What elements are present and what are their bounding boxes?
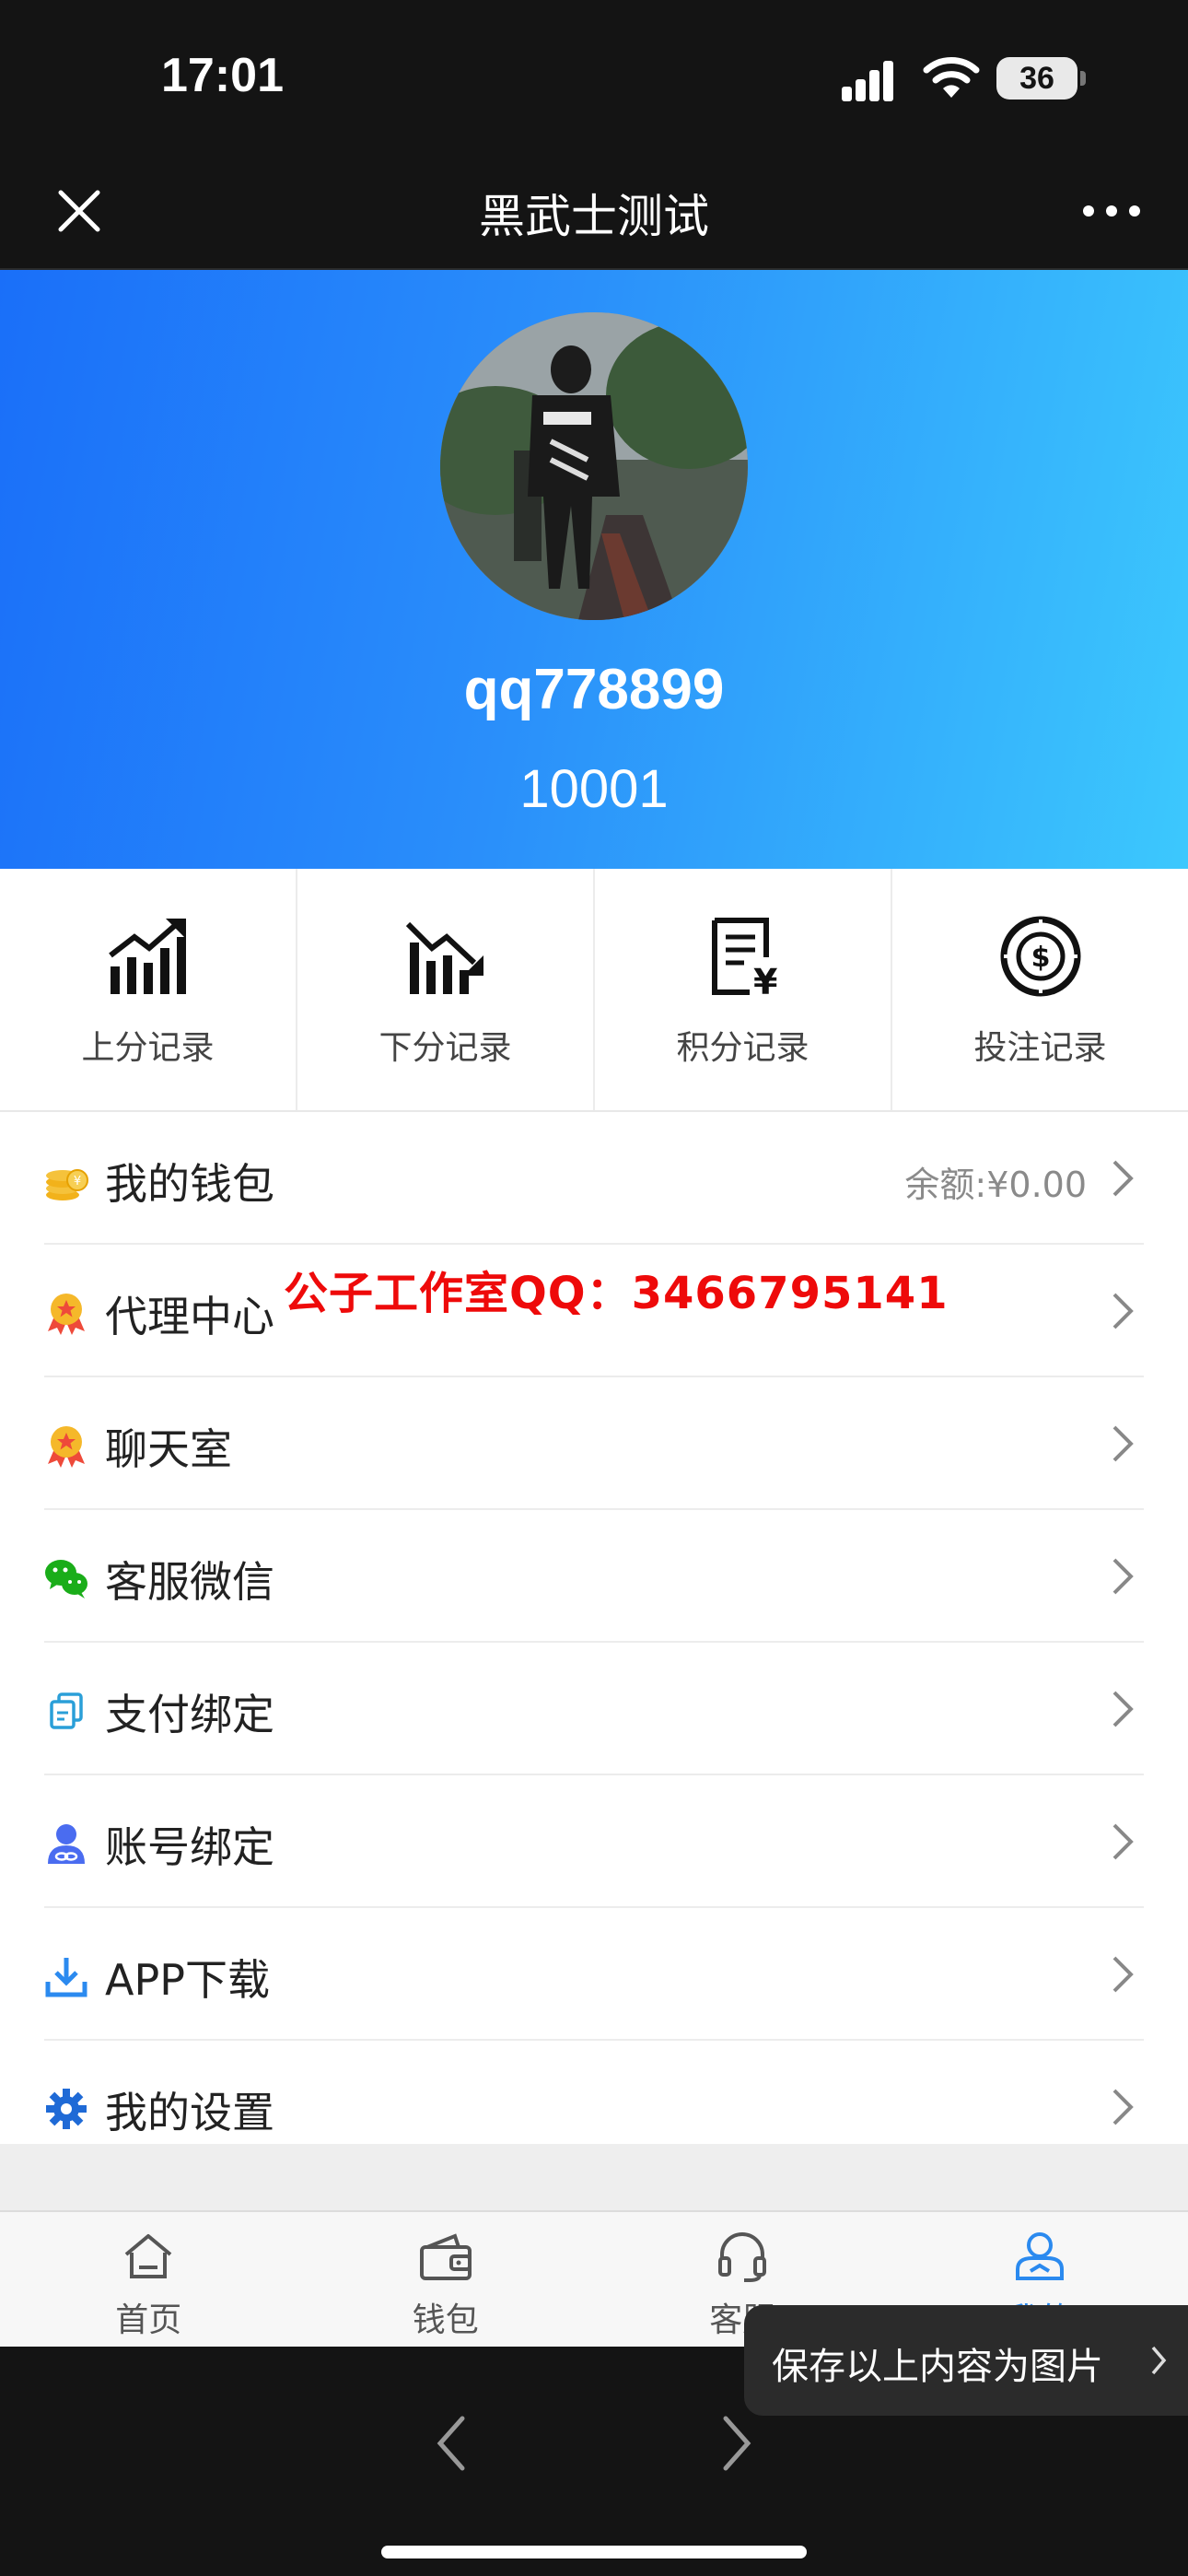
- chevron-right-icon: [1151, 2346, 1167, 2375]
- wallet-icon: [419, 2233, 472, 2280]
- home-indicator[interactable]: [381, 2546, 807, 2558]
- chevron-right-icon: [1112, 1425, 1134, 1462]
- coins-icon: ¥: [46, 1169, 88, 1200]
- watermark-text: 公子工作室QQ：3466795141: [284, 1268, 949, 1319]
- menu-item-payment-binding[interactable]: 支付绑定: [44, 1643, 1144, 1775]
- tab-home[interactable]: 首页: [0, 2212, 297, 2347]
- home-icon: [124, 2234, 172, 2278]
- save-as-image-button[interactable]: 保存以上内容为图片: [744, 2305, 1188, 2416]
- wallet-balance: 余额:¥0.00: [904, 1165, 1087, 1205]
- headset-icon: [718, 2232, 767, 2282]
- battery-level: 36: [1019, 61, 1054, 96]
- forward-icon[interactable]: [718, 2411, 755, 2476]
- chart-down-icon: [405, 921, 483, 994]
- menu-label: 我的钱包: [105, 1159, 274, 1209]
- menu-item-chatroom[interactable]: 聊天室: [44, 1377, 1144, 1510]
- svg-text:¥: ¥: [74, 1175, 81, 1188]
- record-deposit[interactable]: 上分记录: [0, 869, 297, 1110]
- svg-text:¥: ¥: [753, 962, 777, 998]
- record-bets[interactable]: $ 投注记录: [892, 869, 1188, 1110]
- records-grid: 上分记录 下分记录 ¥ 积分记录 $ 投注记录: [0, 869, 1188, 1112]
- wifi-icon: [923, 57, 980, 98]
- nav-bar: 黑武士测试: [0, 152, 1188, 270]
- battery-indicator: 36: [996, 57, 1086, 100]
- menu-item-account-binding[interactable]: 账号绑定: [44, 1775, 1144, 1908]
- medal-icon: [48, 1426, 85, 1468]
- menu-item-settings[interactable]: 我的设置: [44, 2041, 1144, 2144]
- page-title: 黑武士测试: [479, 190, 709, 243]
- chevron-right-icon: [1112, 1956, 1134, 1993]
- more-icon[interactable]: [1079, 200, 1144, 222]
- tab-label: 钱包: [412, 2301, 479, 2339]
- chart-up-icon: [108, 919, 186, 994]
- record-label: 积分记录: [676, 1029, 809, 1067]
- record-points[interactable]: ¥ 积分记录: [595, 869, 892, 1110]
- status-bar: 17:01 36: [0, 0, 1188, 152]
- menu-label: 客服微信: [105, 1557, 274, 1607]
- record-label: 下分记录: [379, 1029, 512, 1067]
- menu-label: APP下载: [105, 1955, 270, 2005]
- avatar[interactable]: [440, 312, 748, 620]
- record-label: 投注记录: [973, 1029, 1107, 1067]
- spacer: [0, 2144, 1188, 2210]
- medal-icon: [48, 1294, 85, 1335]
- chevron-right-icon: [1112, 1823, 1134, 1860]
- menu-item-wechat-support[interactable]: 客服微信: [44, 1510, 1144, 1643]
- menu-item-app-download[interactable]: APP下载: [44, 1908, 1144, 2041]
- svg-text:$: $: [1031, 942, 1050, 974]
- status-time: 17:01: [161, 49, 284, 102]
- chevron-right-icon: [1112, 1293, 1134, 1329]
- save-toast-label: 保存以上内容为图片: [772, 2346, 1103, 2388]
- chevron-right-icon: [1112, 1160, 1134, 1197]
- receipt-yen-icon: ¥: [711, 918, 777, 998]
- chevron-right-icon: [1112, 1691, 1134, 1727]
- download-icon: [45, 1958, 87, 1997]
- signal-icon: [842, 61, 893, 101]
- tab-label: 首页: [115, 2301, 182, 2339]
- profile-header: qq778899 10001: [0, 270, 1188, 869]
- user-icon: [1015, 2232, 1064, 2280]
- dollar-coin-icon: $: [1000, 916, 1080, 997]
- record-label: 上分记录: [81, 1029, 215, 1067]
- record-withdraw[interactable]: 下分记录: [297, 869, 595, 1110]
- menu-label: 聊天室: [105, 1424, 232, 1474]
- gear-icon: [46, 2089, 87, 2129]
- username: qq778899: [463, 658, 725, 721]
- chevron-right-icon: [1112, 1558, 1134, 1595]
- wechat-icon: [45, 1560, 87, 1598]
- menu-label: 支付绑定: [105, 1690, 274, 1739]
- copy-icon: [50, 1692, 83, 1729]
- tab-wallet[interactable]: 钱包: [297, 2212, 595, 2347]
- user-id: 10001: [519, 759, 669, 819]
- user-link-icon: [48, 1824, 85, 1864]
- menu-label: 代理中心: [105, 1292, 274, 1341]
- chevron-right-icon: [1112, 2089, 1134, 2125]
- menu-label: 我的设置: [105, 2088, 274, 2137]
- menu-item-wallet[interactable]: ¥ 我的钱包 余额:¥0.00: [44, 1112, 1144, 1245]
- back-icon[interactable]: [433, 2411, 470, 2476]
- menu-label: 账号绑定: [105, 1822, 274, 1872]
